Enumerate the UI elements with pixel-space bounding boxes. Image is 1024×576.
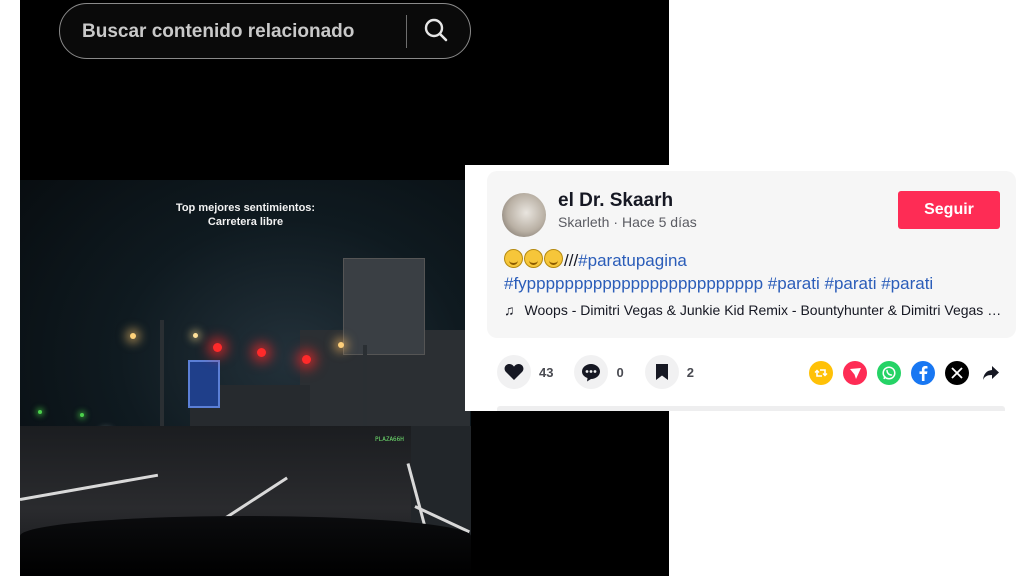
- comment-icon: [574, 355, 609, 389]
- video-frame: PLAZA66H Top mejores sentimientos: Carre…: [20, 180, 471, 576]
- description-text: ///: [564, 251, 579, 270]
- meta-separator: ·: [613, 214, 619, 230]
- avatar[interactable]: [502, 193, 546, 237]
- username[interactable]: Skarleth: [558, 214, 609, 230]
- post-meta: Skarleth · Hace 5 días: [558, 214, 697, 230]
- like-count: 43: [539, 364, 554, 380]
- action-bar: 43 0 2: [497, 355, 715, 389]
- red-traffic-light: [257, 348, 266, 357]
- repost-icon[interactable]: [809, 361, 833, 385]
- car-dashboard: [20, 516, 471, 576]
- street-lamp: [338, 342, 344, 348]
- caption-line: Top mejores sentimientos:: [175, 202, 316, 214]
- post-description: ///#paratupagina #fypppppppppppppppppppp…: [504, 249, 1004, 295]
- share-arrow-icon[interactable]: [979, 361, 1003, 385]
- blue-sign: [188, 360, 220, 408]
- bookmark-icon: [644, 355, 679, 389]
- music-note-icon: ♫: [504, 302, 515, 318]
- billboard: [343, 258, 425, 355]
- search-button[interactable]: [416, 12, 456, 52]
- green-light: [80, 413, 84, 417]
- like-button[interactable]: 43: [497, 355, 553, 389]
- hashtag-link[interactable]: #parati: [825, 274, 877, 293]
- search-divider: [406, 15, 407, 48]
- search-icon: [423, 17, 449, 48]
- smiling-face-emoji-icon: [544, 249, 563, 268]
- street-lamp: [193, 333, 198, 338]
- green-light: [38, 410, 42, 414]
- music-link[interactable]: ♫ Woops - Dimitri Vegas & Junkie Kid Remi…: [504, 302, 1004, 318]
- smiling-face-emoji-icon: [524, 249, 543, 268]
- hashtag-link[interactable]: #paratupagina: [578, 251, 687, 270]
- caption-line: Carretera libre: [207, 216, 284, 228]
- share-bar: [809, 360, 1003, 386]
- store-sign-text: PLAZA66H: [375, 436, 404, 443]
- video-caption: Top mejores sentimientos: Carretera libr…: [20, 201, 471, 229]
- facebook-icon[interactable]: [911, 361, 935, 385]
- follow-button[interactable]: Seguir: [898, 191, 1000, 229]
- author-name[interactable]: el Dr. Skaarh: [558, 190, 673, 212]
- comment-count: 0: [616, 364, 624, 380]
- heart-icon: [497, 355, 531, 389]
- hashtag-link[interactable]: #fyppppppppppppppppppppppppp: [504, 274, 763, 293]
- hashtag-link[interactable]: #parati: [881, 274, 933, 293]
- save-button[interactable]: 2: [644, 355, 694, 389]
- street-lamp: [130, 333, 136, 339]
- comments-section-edge: [497, 406, 1005, 411]
- save-count: 2: [686, 364, 694, 380]
- comment-button[interactable]: 0: [574, 355, 624, 389]
- red-traffic-light: [213, 343, 222, 352]
- post-info: el Dr. Skaarh Skarleth · Hace 5 días Segui…: [487, 171, 1016, 338]
- search-input[interactable]: [80, 19, 404, 45]
- music-title: Woops - Dimitri Vegas & Junkie Kid Remix…: [524, 302, 1005, 318]
- post-time: Hace 5 días: [622, 214, 697, 230]
- search-bar: [59, 3, 471, 59]
- hashtag-link[interactable]: #parati: [768, 274, 820, 293]
- x-icon[interactable]: [945, 361, 969, 385]
- send-icon[interactable]: [843, 361, 867, 385]
- post-card: el Dr. Skaarh Skarleth · Hace 5 días Segui…: [465, 165, 1021, 411]
- red-traffic-light: [302, 355, 311, 364]
- smiling-face-emoji-icon: [504, 249, 523, 268]
- whatsapp-icon[interactable]: [877, 361, 901, 385]
